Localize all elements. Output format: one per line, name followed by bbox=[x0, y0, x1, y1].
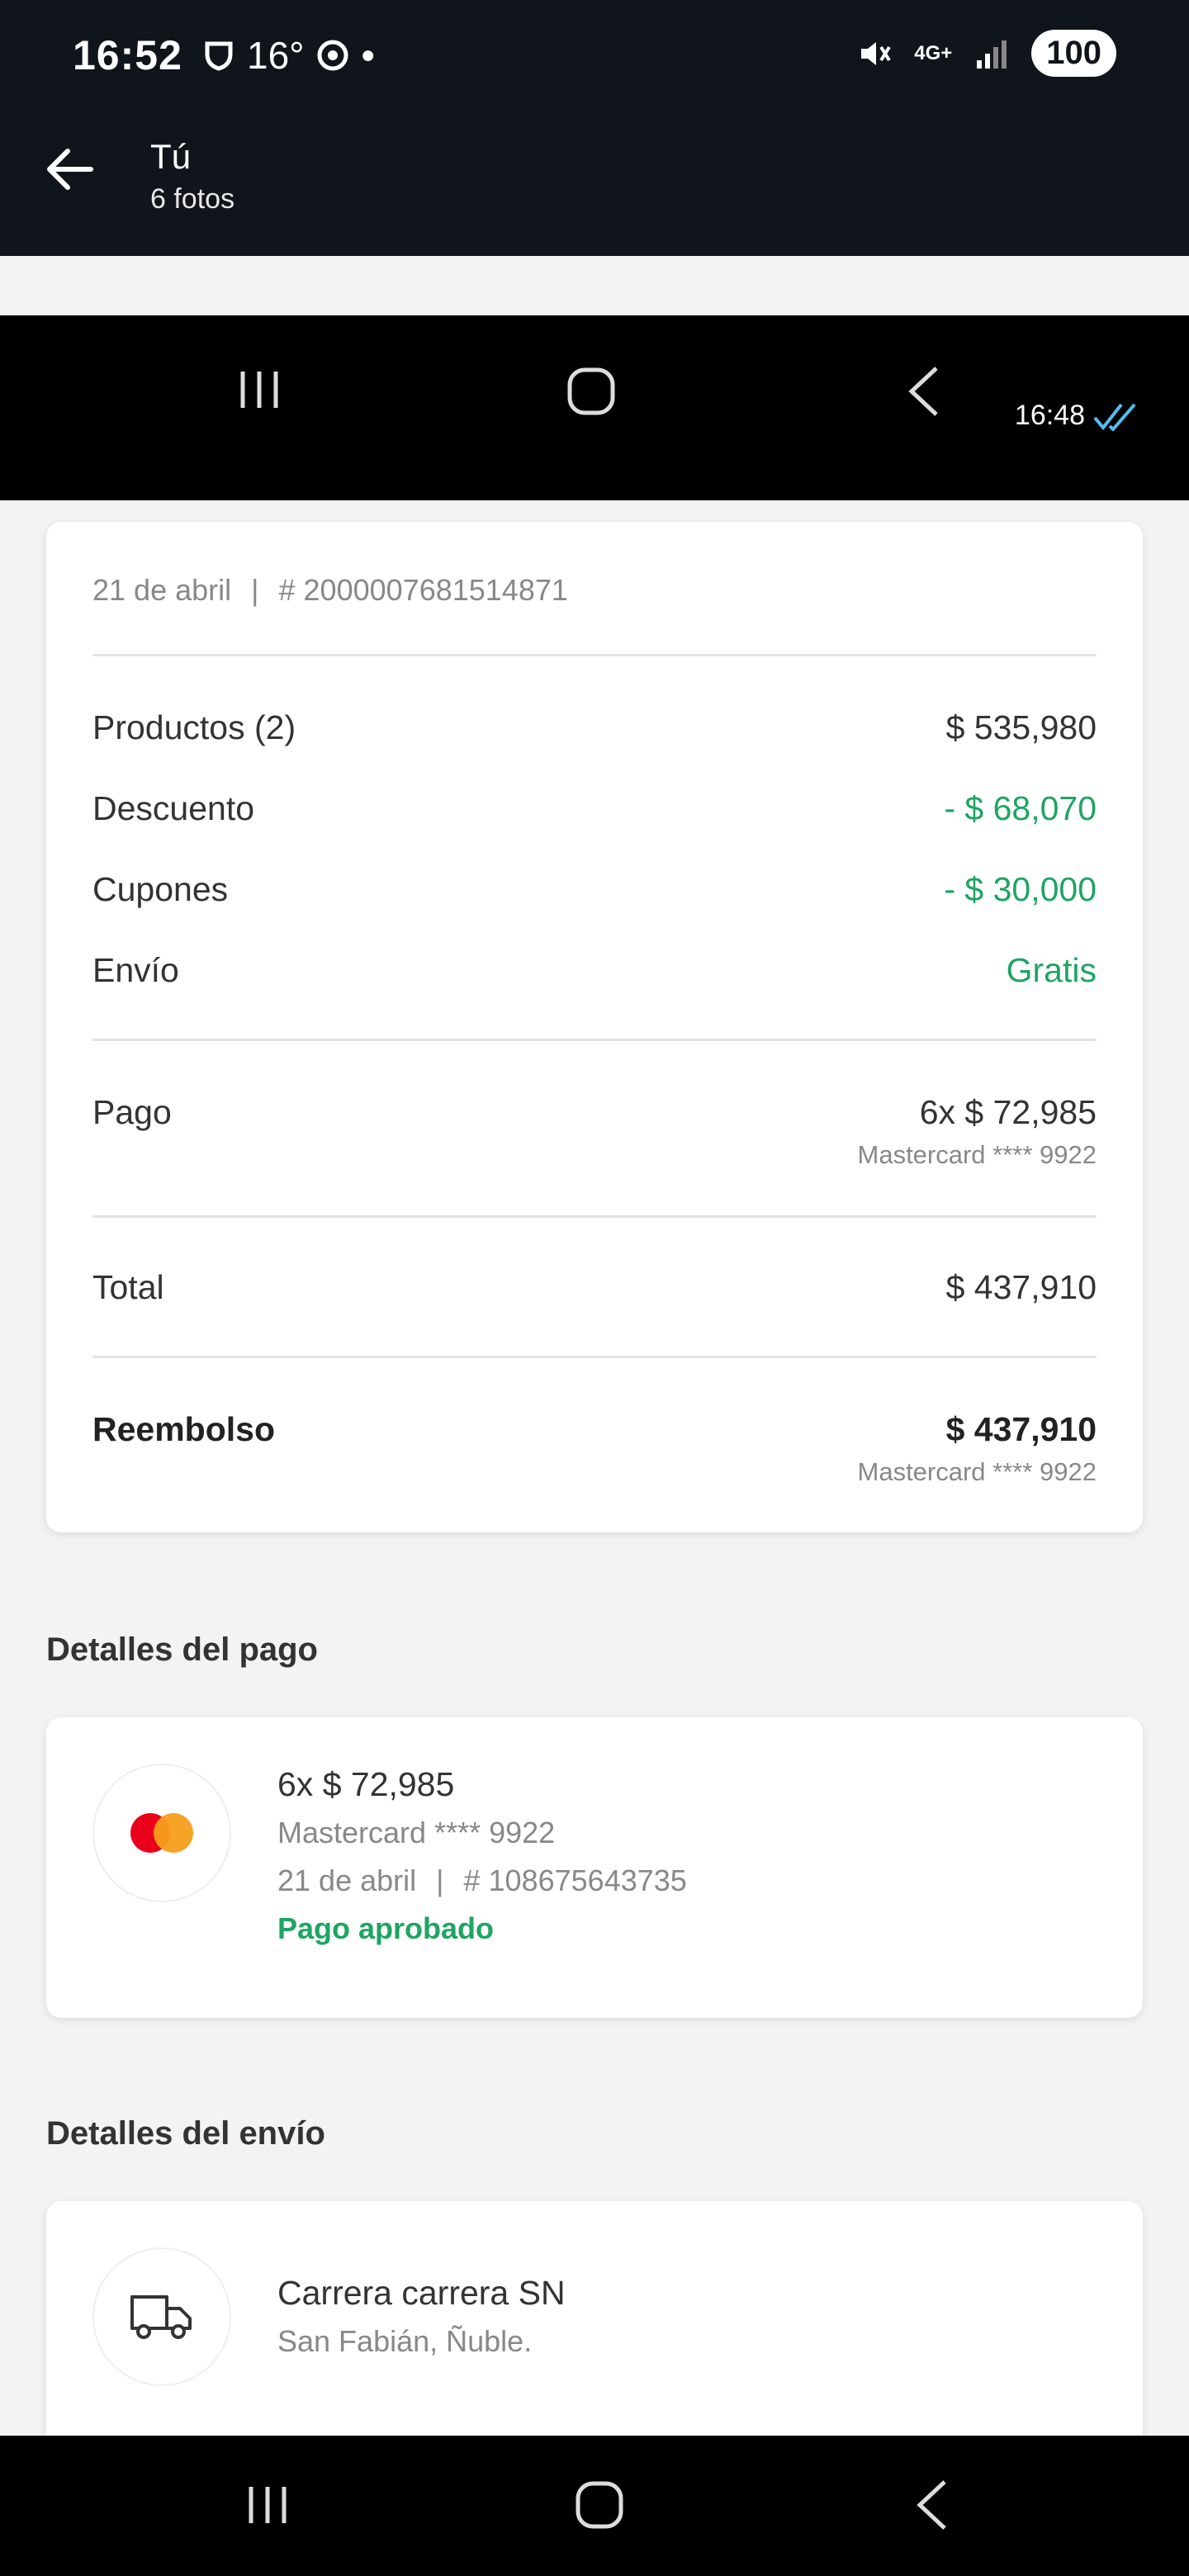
payment-info: 6x $ 72,985 Mastercard **** 9922 21 de a… bbox=[277, 1765, 687, 1946]
recents-icon bbox=[240, 372, 278, 408]
section-title-payment: Detalles del pago bbox=[46, 1631, 318, 1668]
row-value: Gratis bbox=[1006, 951, 1097, 989]
back-icon bbox=[908, 367, 938, 416]
divider bbox=[92, 654, 1097, 656]
order-number: # 2000007681514871 bbox=[278, 573, 568, 607]
divider bbox=[92, 1039, 1097, 1041]
section-title-shipping: Detalles del envío bbox=[46, 2115, 325, 2152]
summary-row-payment: Pago 6x $ 72,985 Mastercard **** 9922 bbox=[92, 1093, 1097, 1170]
row-label: Total bbox=[92, 1268, 164, 1306]
network-type: 4G+ bbox=[914, 41, 953, 64]
system-nav-bar bbox=[0, 2436, 1189, 2576]
mastercard-logo bbox=[92, 1764, 231, 1902]
payment-meta: 21 de abril | # 108675643735 bbox=[277, 1863, 687, 1898]
row-value: 6x $ 72,985 bbox=[919, 1093, 1097, 1131]
payment-status: Pago aprobado bbox=[277, 1911, 495, 1945]
row-value: $ 535,980 bbox=[945, 708, 1097, 746]
message-time-text: 16:48 bbox=[1014, 400, 1085, 431]
mute-icon bbox=[861, 41, 891, 65]
payment-details-card[interactable]: 6x $ 72,985 Mastercard **** 9922 21 de a… bbox=[46, 1717, 1143, 2018]
message-time: 16:48 bbox=[1015, 400, 1139, 432]
order-date: 21 de abril bbox=[92, 573, 232, 607]
truck-icon bbox=[130, 2295, 192, 2339]
shipping-address: Carrera carrera SN bbox=[277, 2274, 566, 2312]
row-label: Productos (2) bbox=[92, 708, 296, 746]
row-value: $ 437,910 bbox=[945, 1410, 1097, 1448]
divider bbox=[92, 1215, 1097, 1218]
shipping-info: Carrera carrera SN San Fabián, Ñuble. bbox=[277, 2274, 566, 2359]
chrome-icon bbox=[317, 40, 348, 71]
row-value: $ 437,910 bbox=[945, 1268, 1097, 1306]
row-value-block: $ 437,910 Mastercard **** 9922 bbox=[858, 1410, 1097, 1487]
summary-row-total: Total $ 437,910 bbox=[92, 1268, 1097, 1307]
payment-amount: 6x $ 72,985 bbox=[277, 1765, 455, 1803]
page-subtitle: 6 fotos bbox=[150, 183, 235, 215]
separator-band bbox=[0, 256, 1189, 315]
refund-card-label: Mastercard **** 9922 bbox=[857, 1457, 1097, 1486]
battery-indicator: 100 bbox=[1031, 30, 1116, 77]
back-arrow-icon[interactable] bbox=[41, 140, 99, 198]
status-time: 16:52 bbox=[73, 32, 182, 78]
row-label: Descuento bbox=[92, 789, 255, 827]
divider bbox=[92, 1356, 1097, 1358]
shield-icon bbox=[205, 41, 233, 71]
shipping-details-card[interactable]: Carrera carrera SN San Fabián, Ñuble. bbox=[46, 2201, 1143, 2449]
mastercard-icon bbox=[130, 1813, 193, 1853]
order-line: 21 de abril | # 2000007681514871 bbox=[92, 573, 568, 608]
summary-row-discount: Descuento - $ 68,070 bbox=[92, 789, 1097, 828]
recents-button[interactable] bbox=[244, 2482, 291, 2528]
summary-row-refund: Reembolso $ 437,910 Mastercard **** 9922 bbox=[92, 1410, 1097, 1487]
truck-icon-wrapper bbox=[92, 2247, 231, 2386]
shipping-city: San Fabián, Ñuble. bbox=[277, 2324, 533, 2358]
home-icon bbox=[567, 367, 615, 415]
summary-row-shipping: Envío Gratis bbox=[92, 951, 1097, 990]
page-title: Tú bbox=[150, 137, 192, 176]
separator: | bbox=[251, 573, 259, 607]
summary-row-products: Productos (2) $ 535,980 bbox=[92, 708, 1097, 747]
row-label: Envío bbox=[92, 951, 179, 989]
payment-operation-number: # 108675643735 bbox=[463, 1863, 687, 1897]
back-button[interactable] bbox=[912, 2479, 953, 2531]
status-icons-right: 4G+ 100 bbox=[856, 30, 1116, 77]
order-summary-card: 21 de abril | # 2000007681514871 Product… bbox=[46, 522, 1143, 1532]
row-value-block: 6x $ 72,985 Mastercard **** 9922 bbox=[858, 1093, 1097, 1170]
double-check-icon bbox=[1093, 403, 1136, 431]
separator: | bbox=[436, 1863, 444, 1897]
row-label: Reembolso bbox=[92, 1410, 275, 1448]
summary-row-coupons: Cupones - $ 30,000 bbox=[92, 870, 1097, 909]
row-value: - $ 30,000 bbox=[944, 870, 1097, 908]
payment-card: Mastercard **** 9922 bbox=[277, 1816, 556, 1849]
row-label: Pago bbox=[92, 1093, 172, 1131]
temperature: 16° bbox=[247, 34, 305, 77]
notification-dot-icon: ● bbox=[360, 41, 376, 69]
signal-icon bbox=[977, 40, 1007, 69]
payment-card-label: Mastercard **** 9922 bbox=[857, 1140, 1097, 1169]
payment-date: 21 de abril bbox=[277, 1863, 417, 1897]
embedded-nav-bar: 16:48 bbox=[0, 315, 1189, 500]
status-icons-left: 16° ● bbox=[202, 33, 376, 78]
row-label: Cupones bbox=[92, 870, 229, 908]
row-value: - $ 68,070 bbox=[944, 789, 1097, 827]
home-button[interactable] bbox=[575, 2480, 624, 2530]
top-app-bar: 16:52 16° ● 4G+ 100 Tú 6 fotos bbox=[0, 0, 1189, 256]
